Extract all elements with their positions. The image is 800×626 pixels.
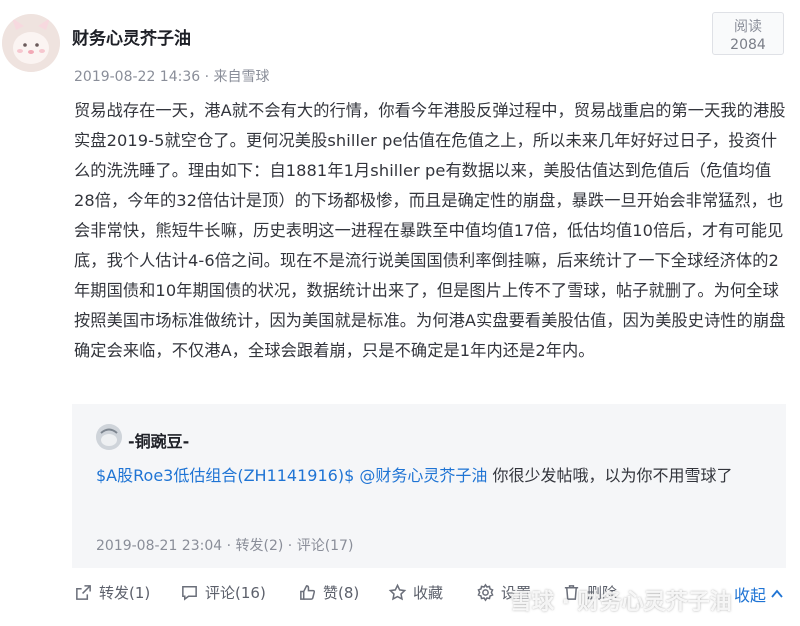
repost-button[interactable]: 转发(1) xyxy=(74,582,150,603)
avatar-image xyxy=(2,14,60,72)
comment-button[interactable]: 评论(16) xyxy=(180,582,266,603)
quote-author[interactable]: -铜豌豆- xyxy=(128,428,189,452)
comment-label: 评论(16) xyxy=(205,584,266,602)
post-body: 贸易战存在一天，港A就不会有大的行情，你看今年港股反弹过程中，贸易战重启的第一天… xyxy=(74,101,786,360)
read-label: 阅读 xyxy=(734,19,762,35)
read-count-box: 阅读 2084 xyxy=(712,12,784,55)
settings-button[interactable]: 设置 xyxy=(476,582,531,603)
quoted-post[interactable]: -铜豌豆- $A股Roe3低估组合(ZH1141916)$ @财务心灵芥子油 你… xyxy=(72,404,786,568)
action-bar: 转发(1) 评论(16) 赞(8) 收藏 设置 删除 收起 xyxy=(72,582,786,608)
favorite-label: 收藏 xyxy=(413,584,444,602)
favorite-button[interactable]: 收藏 xyxy=(388,582,443,603)
delete-label: 删除 xyxy=(587,584,618,602)
collapse-label: 收起 xyxy=(733,586,766,605)
comment-icon xyxy=(182,586,197,601)
mention-link[interactable]: @财务心灵芥子油 xyxy=(359,466,487,485)
delete-button[interactable]: 删除 xyxy=(562,582,617,603)
delete-icon xyxy=(564,585,579,600)
collapse-button[interactable]: 收起 xyxy=(734,582,784,606)
like-button[interactable]: 赞(8) xyxy=(298,582,359,603)
chevron-up-icon xyxy=(771,589,783,598)
like-icon xyxy=(300,585,316,600)
repost-label: 转发(1) xyxy=(99,584,151,602)
like-label: 赞(8) xyxy=(323,584,360,602)
post-meta: 2019-08-22 14:36 · 来自雪球 xyxy=(74,69,270,85)
quote-message: 你很少发帖哦，以为你不用雪球了 xyxy=(487,466,733,485)
post-author[interactable]: 财务心灵芥子油 xyxy=(72,24,191,49)
avatar[interactable] xyxy=(2,14,60,72)
settings-icon xyxy=(477,583,494,602)
read-count: 2084 xyxy=(730,37,766,53)
repost-icon xyxy=(76,585,91,600)
quote-avatar[interactable] xyxy=(96,424,122,450)
portfolio-link[interactable]: $A股Roe3低估组合(ZH1141916)$ xyxy=(96,466,354,485)
quote-avatar-image xyxy=(96,424,122,450)
settings-label: 设置 xyxy=(501,584,532,602)
favorite-icon xyxy=(388,583,407,601)
quote-meta: 2019-08-21 23:04 · 转发(2) · 评论(17) xyxy=(96,538,354,554)
quote-text: $A股Roe3低估组合(ZH1141916)$ @财务心灵芥子油 你很少发帖哦，… xyxy=(96,463,768,489)
